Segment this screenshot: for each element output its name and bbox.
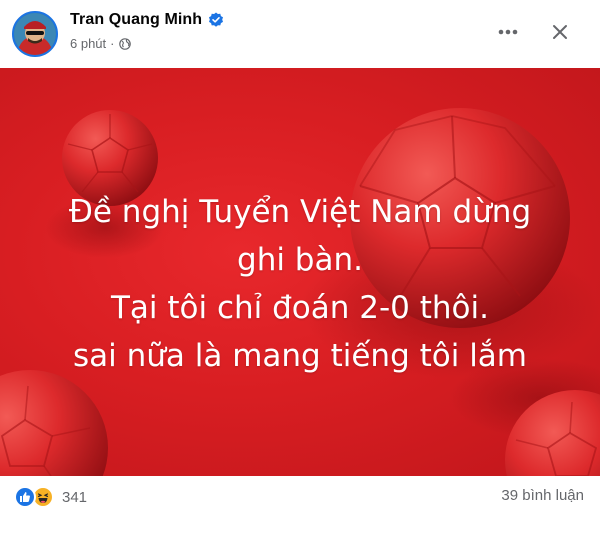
post-card: Tran Quang Minh 6 phút · Đề nghị Tuyển V… — [0, 0, 600, 540]
post-footer: 341 39 bình luận — [0, 476, 600, 540]
post-image[interactable]: Đề nghị Tuyển Việt Nam dừng ghi bàn. Tại… — [0, 68, 600, 476]
more-horizontal-icon — [498, 29, 518, 35]
post-text-line-2: ghi bàn. — [237, 242, 363, 278]
ball-bottom-left — [0, 370, 108, 476]
comments-count[interactable]: 39 bình luận — [501, 487, 584, 504]
post-time[interactable]: 6 phút — [70, 36, 106, 51]
post-text-line-3: Tại tôi chỉ đoán 2-0 thôi. — [110, 290, 489, 326]
verified-badge-icon — [209, 12, 224, 27]
post-text-line-1: Đề nghị Tuyển Việt Nam dừng — [68, 194, 532, 230]
meta-separator: · — [110, 36, 115, 51]
globe-icon[interactable] — [118, 37, 131, 50]
author-name-text[interactable]: Tran Quang Minh — [70, 11, 202, 29]
author-name[interactable]: Tran Quang Minh — [70, 11, 224, 29]
post-meta: 6 phút · — [70, 36, 131, 51]
close-button[interactable] — [542, 14, 578, 50]
avatar-image — [14, 13, 56, 55]
reaction-count[interactable]: 341 — [62, 489, 87, 506]
reactions-summary[interactable]: 341 — [14, 482, 87, 512]
avatar[interactable] — [12, 11, 58, 57]
post-text: Đề nghị Tuyển Việt Nam dừng ghi bàn. Tại… — [0, 188, 600, 380]
post-header: Tran Quang Minh 6 phút · — [0, 0, 600, 68]
close-icon — [553, 25, 567, 39]
more-options-button[interactable] — [490, 14, 526, 50]
post-text-line-4: sai nữa là mang tiếng tôi lắm — [72, 338, 527, 374]
like-icon — [14, 486, 36, 508]
